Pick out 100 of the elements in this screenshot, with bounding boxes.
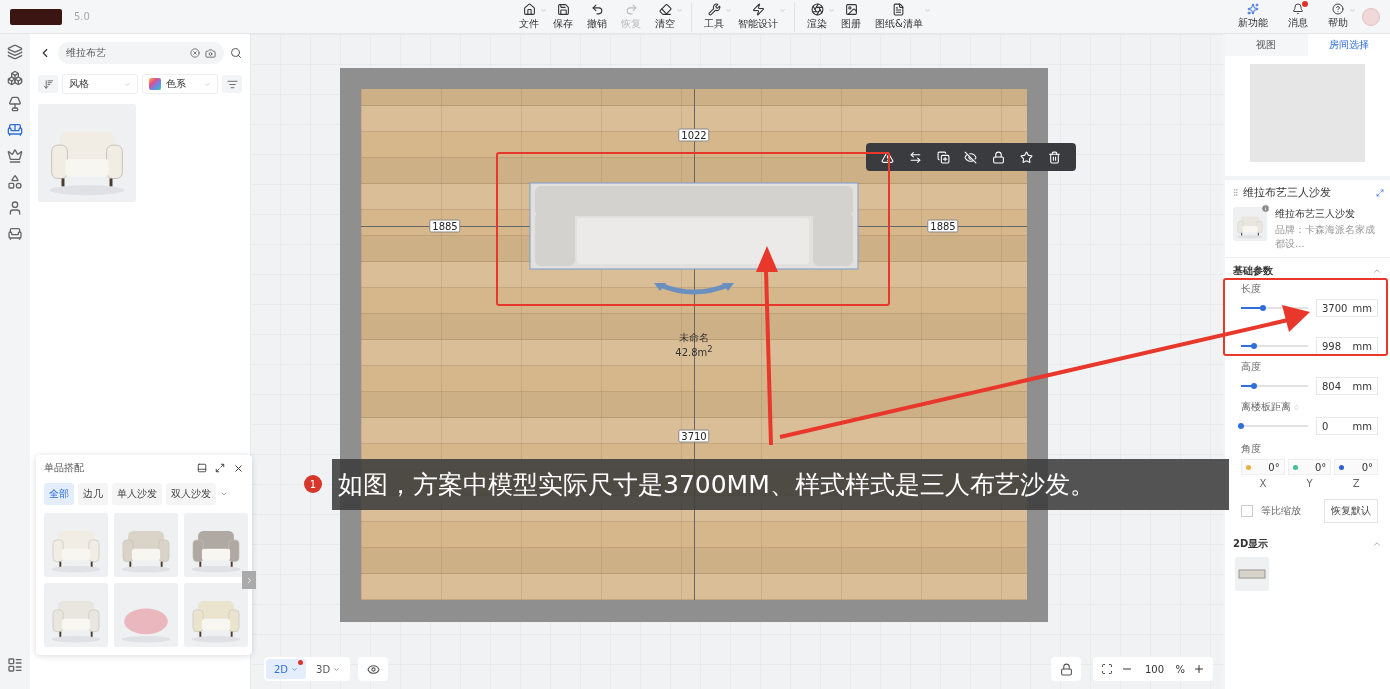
number-field[interactable]: 3700 mm bbox=[1316, 299, 1378, 317]
filter-dropdown[interactable]: 色系 bbox=[142, 74, 218, 94]
sidebar-icon[interactable] bbox=[7, 200, 23, 216]
expand-icon[interactable] bbox=[215, 463, 225, 473]
copy-icon[interactable] bbox=[936, 150, 950, 164]
parameter-label: 角度 bbox=[1241, 442, 1261, 456]
file-icon bbox=[522, 2, 536, 16]
sidebar-icon[interactable] bbox=[7, 122, 23, 138]
save-icon bbox=[556, 2, 570, 16]
lock-icon[interactable] bbox=[992, 150, 1006, 164]
toolbar-button[interactable]: 工具 bbox=[698, 1, 731, 32]
category-tab[interactable]: 单人沙发 bbox=[112, 483, 162, 505]
help-icon bbox=[1332, 3, 1344, 15]
eraser-icon bbox=[658, 2, 672, 16]
number-field[interactable]: 804 mm bbox=[1316, 377, 1378, 395]
caption: 如图，方案中模型实际尺寸是3700MM、样式样式是三人布艺沙发。 bbox=[332, 459, 1229, 510]
toolbar-button[interactable]: 清空 bbox=[649, 1, 682, 32]
sparkle-icon bbox=[1247, 3, 1259, 15]
toolbar-button[interactable]: 渲染 bbox=[801, 1, 834, 32]
toolbar-button[interactable]: 文件 bbox=[513, 1, 546, 32]
panel-title: 单品搭配 bbox=[44, 461, 85, 475]
image-icon bbox=[844, 2, 858, 16]
sidebar-icon[interactable] bbox=[7, 148, 23, 164]
header-button[interactable]: 新功能 bbox=[1232, 2, 1274, 31]
checkbox[interactable]: 等比缩放 bbox=[1241, 504, 1301, 518]
delete-icon[interactable] bbox=[1047, 150, 1061, 164]
zoom-value[interactable]: 100 bbox=[1141, 663, 1168, 675]
lock-button[interactable] bbox=[1051, 657, 1082, 681]
header-button[interactable]: 帮助 bbox=[1322, 2, 1354, 31]
section-title: 基础参数 bbox=[1233, 264, 1273, 278]
toolbar-button[interactable]: 智能设计 bbox=[732, 1, 785, 32]
caret-icon bbox=[291, 665, 299, 673]
aperture-icon bbox=[810, 2, 824, 16]
header-button[interactable]: 消息 bbox=[1282, 2, 1314, 31]
sidebar-icon[interactable] bbox=[7, 226, 23, 242]
zoom-unit: % bbox=[1175, 663, 1185, 675]
redo-icon bbox=[624, 2, 638, 16]
slider-thumb[interactable] bbox=[1250, 343, 1257, 349]
caret-icon bbox=[333, 665, 341, 673]
angle-field[interactable]: 0° bbox=[1334, 459, 1378, 475]
toolbar-button[interactable]: 图纸&清单 bbox=[869, 1, 929, 32]
layout-icon[interactable] bbox=[197, 463, 207, 473]
slider-thumb[interactable] bbox=[1260, 305, 1267, 311]
close-icon[interactable] bbox=[233, 462, 244, 474]
product-name: 维拉布艺三人沙发 bbox=[1275, 207, 1356, 221]
panel-tab[interactable]: 视图 bbox=[1225, 34, 1308, 56]
number-field[interactable]: 0 mm bbox=[1316, 417, 1378, 435]
category-tab[interactable]: 双人沙发 bbox=[166, 483, 216, 505]
sidebar-icon[interactable] bbox=[7, 70, 23, 86]
swap-icon[interactable] bbox=[909, 150, 923, 164]
expand-icon[interactable] bbox=[1376, 188, 1384, 197]
dimension-label: 3710 bbox=[678, 429, 710, 443]
star-icon[interactable] bbox=[1019, 150, 1033, 164]
fit-view-icon[interactable] bbox=[1101, 663, 1114, 675]
sidebar-icon[interactable] bbox=[7, 44, 23, 60]
logo[interactable] bbox=[10, 8, 62, 25]
angle-field[interactable]: 0° bbox=[1287, 459, 1332, 475]
drag-handle-icon[interactable] bbox=[1231, 188, 1240, 197]
axis-label: X bbox=[1259, 478, 1267, 489]
filter-button[interactable] bbox=[222, 75, 242, 93]
sort-button[interactable] bbox=[38, 75, 58, 93]
search-field[interactable]: 维拉布艺 bbox=[58, 42, 224, 64]
parameter-label: 长度 bbox=[1241, 282, 1261, 296]
category-tab[interactable]: 边几 bbox=[78, 483, 108, 505]
side-handle[interactable] bbox=[242, 571, 256, 589]
caret-icon bbox=[124, 80, 131, 88]
undo-icon bbox=[590, 2, 604, 16]
search-icon[interactable] bbox=[230, 47, 242, 59]
toolbar-button[interactable]: 保存 bbox=[547, 1, 580, 32]
toolbar-button[interactable]: 撤销 bbox=[581, 1, 614, 32]
info-icon[interactable] bbox=[1261, 204, 1270, 213]
axis-label: Z bbox=[1352, 478, 1360, 489]
wrench-icon bbox=[707, 2, 721, 16]
dimension-label: 1885 bbox=[927, 219, 959, 233]
number-field[interactable]: 998 mm bbox=[1316, 337, 1378, 355]
camera-icon[interactable] bbox=[205, 47, 216, 59]
dimension-label: 1022 bbox=[678, 128, 710, 142]
category-tab[interactable]: 全部 bbox=[44, 483, 74, 505]
view-mode-tab[interactable]: 3D bbox=[308, 659, 349, 679]
eye-icon bbox=[366, 662, 380, 676]
sidebar-icon[interactable] bbox=[7, 96, 23, 112]
sort-icon bbox=[1293, 403, 1300, 411]
slider-thumb[interactable] bbox=[1250, 383, 1257, 389]
zoom-in-icon[interactable] bbox=[1193, 663, 1205, 675]
slider-thumb[interactable] bbox=[1238, 423, 1244, 429]
parameter-label: 离楼板距离 bbox=[1241, 400, 1291, 414]
dimension-label: 1885 bbox=[429, 219, 461, 233]
filter-dropdown[interactable]: 风格 bbox=[62, 74, 138, 94]
hide-icon[interactable] bbox=[964, 150, 978, 164]
color-swatch-icon bbox=[149, 78, 161, 90]
clear-icon[interactable] bbox=[190, 48, 200, 58]
product-brand: 品牌：卡森海派名家成都设... bbox=[1275, 223, 1376, 251]
toolbar-button[interactable]: 图册 bbox=[835, 1, 868, 32]
view-mode-tab[interactable]: 2D bbox=[266, 659, 307, 679]
axis-label: Y bbox=[1306, 478, 1313, 489]
sidebar-icon[interactable] bbox=[7, 174, 23, 190]
reset-button[interactable]: 恢复默认 bbox=[1324, 499, 1378, 523]
list-icon[interactable] bbox=[7, 657, 23, 673]
visibility-button[interactable] bbox=[358, 657, 389, 681]
angle-field[interactable]: 0° bbox=[1241, 459, 1285, 475]
